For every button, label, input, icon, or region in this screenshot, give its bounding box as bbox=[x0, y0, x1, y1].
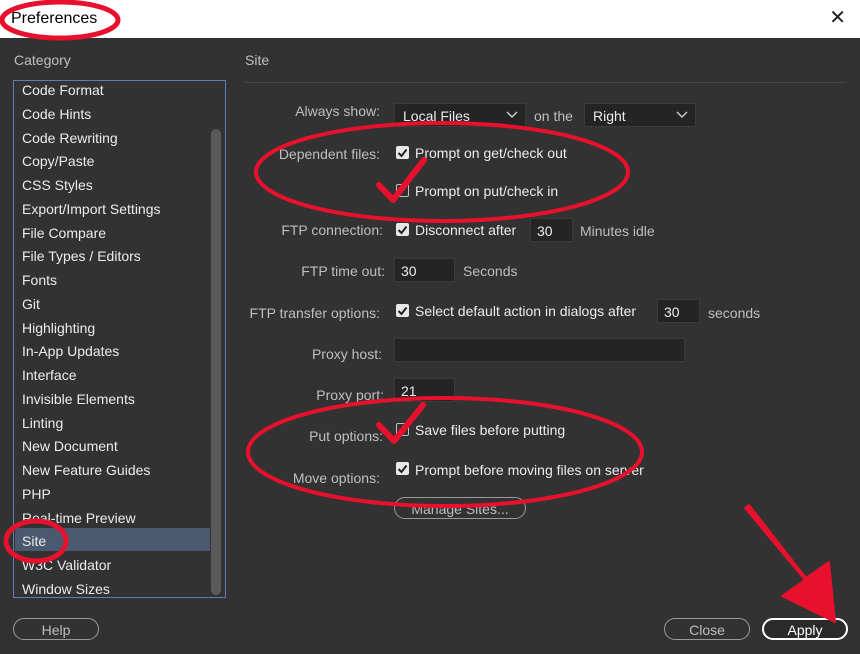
category-item[interactable]: Code Hints bbox=[22, 106, 91, 122]
idle-minutes-input[interactable]: 30 bbox=[530, 218, 573, 242]
put-options-label: Put options: bbox=[309, 428, 383, 444]
category-item[interactable]: Code Format bbox=[22, 82, 104, 98]
arrow-to-apply-icon bbox=[744, 504, 836, 623]
side-value: Right bbox=[593, 108, 626, 124]
dependent-files-label: Dependent files: bbox=[278, 146, 380, 162]
proxy-host-input[interactable] bbox=[394, 338, 685, 362]
manage-sites-button[interactable]: Manage Sites... bbox=[394, 497, 526, 519]
prompt-get-checkbox[interactable] bbox=[396, 146, 409, 159]
category-item[interactable]: In-App Updates bbox=[22, 343, 119, 359]
category-item[interactable]: Fonts bbox=[22, 272, 57, 288]
panel-divider bbox=[244, 82, 846, 83]
category-item[interactable]: Real-time Preview bbox=[22, 510, 136, 526]
ftp-connection-label: FTP connection: bbox=[281, 222, 383, 238]
minutes-idle-label: Minutes idle bbox=[580, 223, 655, 239]
side-dropdown[interactable]: Right bbox=[584, 103, 696, 127]
dialog-title: Preferences bbox=[11, 10, 98, 27]
category-item[interactable]: Invisible Elements bbox=[22, 391, 135, 407]
dialog-seconds-input[interactable]: 30 bbox=[657, 299, 700, 323]
proxy-port-input[interactable]: 21 bbox=[394, 378, 455, 402]
category-item[interactable]: Highlighting bbox=[22, 320, 95, 336]
always-show-label: Always show: bbox=[295, 103, 380, 119]
prompt-put-label: Prompt on put/check in bbox=[415, 183, 559, 199]
close-button[interactable]: Close bbox=[664, 618, 750, 640]
apply-button[interactable]: Apply bbox=[762, 618, 848, 640]
category-item[interactable]: Code Rewriting bbox=[22, 130, 118, 146]
category-item[interactable]: Export/Import Settings bbox=[22, 201, 161, 217]
always-show-dropdown[interactable]: Local Files bbox=[394, 103, 526, 127]
category-item[interactable]: Linting bbox=[22, 415, 63, 431]
ftp-timeout-input[interactable]: 30 bbox=[394, 258, 455, 282]
checkmark-icon bbox=[397, 464, 408, 474]
proxy-port-label: Proxy port: bbox=[316, 387, 384, 403]
save-before-put-checkbox[interactable] bbox=[396, 423, 409, 436]
prompt-get-label: Prompt on get/check out bbox=[415, 145, 567, 161]
dialog-seconds-unit: seconds bbox=[708, 305, 761, 321]
move-options-label: Move options: bbox=[292, 470, 380, 486]
dialog-seconds-value: 30 bbox=[664, 304, 680, 320]
ftp-timeout-label: FTP time out: bbox=[301, 263, 385, 279]
preferences-dialog: Preferences ✕ Category Code Format Code H… bbox=[0, 0, 860, 654]
seconds-label: Seconds bbox=[463, 263, 518, 279]
ftp-transfer-label: FTP transfer options: bbox=[249, 305, 380, 321]
category-list[interactable]: Code Format Code Hints Code Rewriting Copy/… bbox=[13, 80, 226, 598]
category-item[interactable]: New Feature Guides bbox=[22, 462, 150, 478]
disconnect-checkbox[interactable] bbox=[396, 223, 409, 236]
panel-title: Site bbox=[245, 52, 270, 68]
category-item[interactable]: CSS Styles bbox=[22, 177, 93, 193]
prompt-move-checkbox[interactable] bbox=[396, 462, 409, 475]
proxy-host-label: Proxy host: bbox=[311, 346, 382, 362]
category-item[interactable]: Window Sizes bbox=[22, 581, 110, 597]
help-button[interactable]: Help bbox=[13, 618, 99, 640]
save-before-put-label: Save files before putting bbox=[415, 422, 566, 438]
category-item[interactable]: File Compare bbox=[22, 225, 106, 241]
checkmark-icon bbox=[397, 225, 408, 235]
category-item[interactable]: Site bbox=[22, 533, 46, 549]
always-show-value: Local Files bbox=[403, 108, 470, 124]
put-move-options-circle bbox=[246, 396, 644, 508]
category-item[interactable]: New Document bbox=[22, 438, 118, 454]
dependent-files-circle bbox=[254, 121, 630, 223]
category-item[interactable]: Git bbox=[22, 296, 40, 312]
title-bar: Preferences ✕ bbox=[0, 0, 860, 38]
disconnect-label: Disconnect after bbox=[415, 222, 517, 238]
category-item[interactable]: PHP bbox=[22, 486, 51, 502]
prompt-put-checkbox[interactable] bbox=[396, 184, 409, 197]
prompt-move-label: Prompt before moving files on server bbox=[415, 462, 644, 478]
category-item[interactable]: Copy/Paste bbox=[22, 153, 94, 169]
checkmark-icon bbox=[397, 306, 408, 316]
ftp-timeout-value: 30 bbox=[401, 263, 417, 279]
idle-minutes-value: 30 bbox=[537, 223, 553, 239]
on-the-label: on the bbox=[534, 108, 573, 124]
default-action-label: Select default action in dialogs after bbox=[415, 303, 637, 319]
category-label: Category bbox=[14, 52, 71, 68]
category-item[interactable]: W3C Validator bbox=[22, 557, 111, 573]
default-action-checkbox[interactable] bbox=[396, 304, 409, 317]
proxy-port-value: 21 bbox=[401, 383, 417, 399]
checkmark-icon bbox=[397, 148, 408, 158]
chevron-down-icon bbox=[506, 111, 518, 118]
category-item[interactable]: Interface bbox=[22, 367, 76, 383]
category-scrollbar[interactable] bbox=[211, 129, 221, 595]
close-icon[interactable]: ✕ bbox=[829, 8, 846, 28]
chevron-down-icon bbox=[676, 111, 688, 118]
category-item[interactable]: File Types / Editors bbox=[22, 248, 141, 264]
